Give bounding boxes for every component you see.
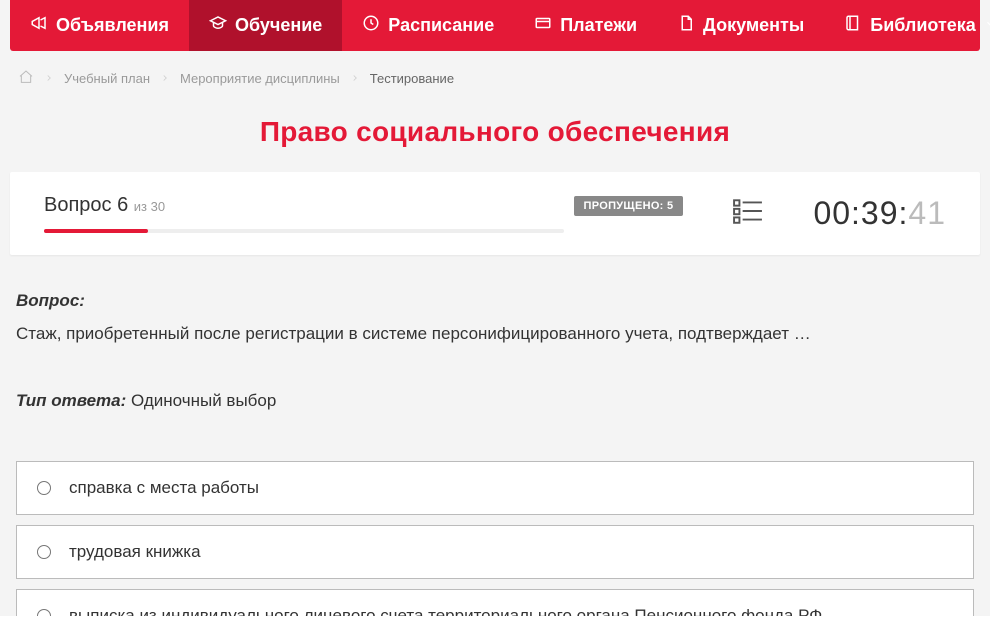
nav-library[interactable]: Библиотека [824, 0, 990, 51]
nav-label: Документы [703, 15, 804, 36]
progress-fill [44, 229, 148, 233]
breadcrumb-link[interactable]: Мероприятие дисциплины [180, 71, 340, 86]
nav-documents[interactable]: Документы [657, 0, 824, 51]
skipped-badge: ПРОПУЩЕНО: 5 [574, 196, 684, 216]
nav-schedule[interactable]: Расписание [342, 0, 514, 51]
nav-label: Обучение [235, 15, 322, 36]
breadcrumb: Учебный план Мероприятие дисциплины Тест… [10, 51, 980, 92]
options-list: справка с места работы трудовая книжка в… [16, 461, 974, 617]
main-nav: Объявления Обучение Расписание [10, 0, 980, 51]
nav-payments[interactable]: Платежи [514, 0, 657, 51]
progress-bar [44, 229, 564, 233]
option-text: выписка из индивидуального лицевого счет… [69, 606, 822, 617]
nav-label: Расписание [388, 15, 494, 36]
option-radio[interactable] [37, 481, 51, 495]
chevron-right-icon [350, 71, 360, 86]
breadcrumb-link[interactable]: Учебный план [64, 71, 150, 86]
chevron-down-icon [984, 15, 990, 36]
nav-education[interactable]: Обучение [189, 0, 342, 51]
book-icon [844, 14, 862, 37]
question-text: Стаж, приобретенный после регистрации в … [16, 321, 974, 347]
clock-icon [362, 14, 380, 37]
doc-icon [677, 14, 695, 37]
option-item[interactable]: справка с места работы [16, 461, 974, 515]
nav-label: Платежи [560, 15, 637, 36]
megaphone-icon [30, 14, 48, 37]
nav-label: Библиотека [870, 15, 976, 36]
option-radio[interactable] [37, 545, 51, 559]
nav-announcements[interactable]: Объявления [10, 0, 189, 51]
progress-panel: Вопрос 6 из 30 ПРОПУЩЕНО: 5 [10, 172, 980, 255]
option-item[interactable]: трудовая книжка [16, 525, 974, 579]
breadcrumb-current: Тестирование [370, 71, 454, 86]
option-radio[interactable] [37, 609, 51, 617]
question-list-button[interactable] [733, 198, 763, 229]
chevron-right-icon [160, 71, 170, 86]
question-counter: Вопрос 6 из 30 [44, 194, 165, 217]
answer-type-value: Одиночный выбор [131, 391, 276, 410]
page-title: Право социального обеспечения [10, 116, 980, 148]
card-icon [534, 14, 552, 37]
chevron-right-icon [44, 71, 54, 86]
nav-label: Объявления [56, 15, 169, 36]
option-text: справка с места работы [69, 478, 259, 498]
option-item[interactable]: выписка из индивидуального лицевого счет… [16, 589, 974, 617]
option-text: трудовая книжка [69, 542, 201, 562]
home-icon[interactable] [18, 69, 34, 88]
answer-type-label: Тип ответа: [16, 391, 126, 410]
question-label: Вопрос: [16, 291, 974, 311]
timer: 00:39:41 [813, 195, 946, 232]
gradcap-icon [209, 14, 227, 37]
